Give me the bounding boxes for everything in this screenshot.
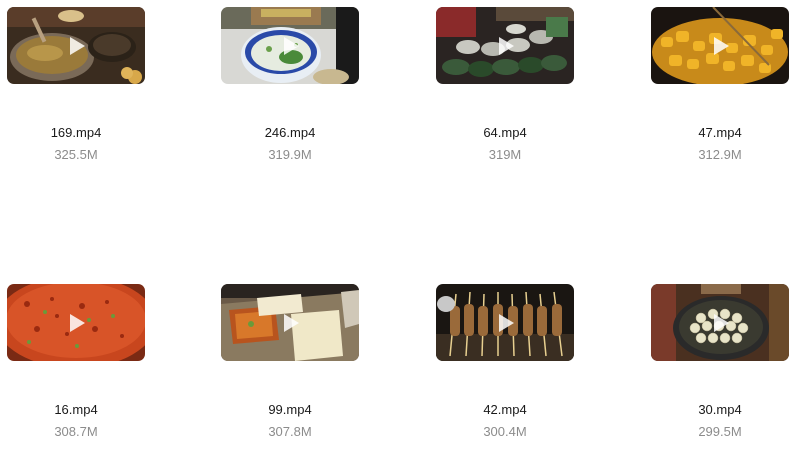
video-thumbnail[interactable]: [651, 7, 789, 84]
file-name: 64.mp4: [483, 125, 527, 140]
file-size: 308.7M: [54, 424, 98, 439]
file-size: 319M: [488, 147, 522, 162]
video-tile[interactable]: 99.mp4 307.8M: [221, 284, 359, 439]
play-icon[interactable]: [64, 34, 88, 58]
video-tile[interactable]: 47.mp4 312.9M: [651, 7, 789, 162]
video-tile[interactable]: 42.mp4 300.4M: [436, 284, 574, 439]
file-size: 300.4M: [483, 424, 527, 439]
video-thumbnail[interactable]: [7, 284, 145, 361]
play-icon[interactable]: [493, 34, 517, 58]
video-thumbnail[interactable]: [651, 284, 789, 361]
video-thumbnail[interactable]: [221, 284, 359, 361]
file-size: 319.9M: [268, 147, 312, 162]
video-tile[interactable]: 16.mp4 308.7M: [7, 284, 145, 439]
play-icon[interactable]: [64, 311, 88, 335]
video-thumbnail[interactable]: [7, 7, 145, 84]
file-name: 246.mp4: [264, 125, 316, 140]
video-thumbnail[interactable]: [221, 7, 359, 84]
play-icon[interactable]: [708, 311, 732, 335]
file-size: 325.5M: [54, 147, 98, 162]
file-name: 16.mp4: [54, 402, 98, 417]
file-name: 47.mp4: [698, 125, 742, 140]
file-name: 99.mp4: [268, 402, 312, 417]
video-tile[interactable]: 30.mp4 299.5M: [651, 284, 789, 439]
play-icon[interactable]: [493, 311, 517, 335]
file-name: 30.mp4: [698, 402, 742, 417]
video-grid: 169.mp4 325.5M 246.mp4 319.9M 64.mp4 319…: [0, 0, 800, 449]
file-size: 299.5M: [698, 424, 742, 439]
file-name: 169.mp4: [50, 125, 102, 140]
play-icon[interactable]: [278, 34, 302, 58]
video-tile[interactable]: 169.mp4 325.5M: [7, 7, 145, 162]
play-icon[interactable]: [708, 34, 732, 58]
file-size: 307.8M: [268, 424, 312, 439]
video-thumbnail[interactable]: [436, 284, 574, 361]
play-icon[interactable]: [278, 311, 302, 335]
file-size: 312.9M: [698, 147, 742, 162]
file-name: 42.mp4: [483, 402, 527, 417]
video-thumbnail[interactable]: [436, 7, 574, 84]
video-tile[interactable]: 64.mp4 319M: [436, 7, 574, 162]
video-tile[interactable]: 246.mp4 319.9M: [221, 7, 359, 162]
